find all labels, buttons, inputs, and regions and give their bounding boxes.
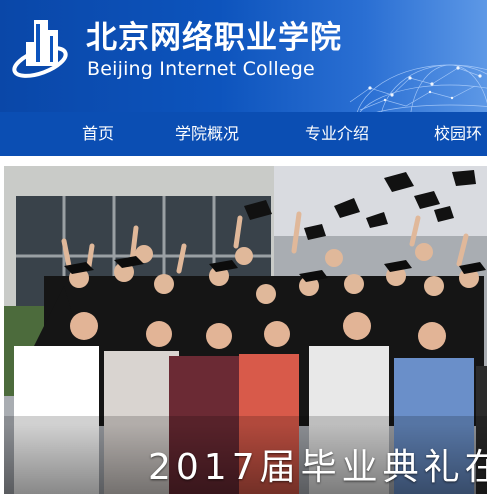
college-name-cn: 北京网络职业学院	[86, 20, 342, 56]
main-nav: 首页 学院概况 专业介绍 校园环	[0, 112, 487, 156]
nav-item-majors[interactable]: 专业介绍	[305, 112, 369, 156]
nav-item-home[interactable]: 首页	[82, 112, 114, 156]
college-name-en: Beijing Internet College	[87, 58, 315, 80]
nav-item-campus[interactable]: 校园环	[434, 112, 482, 156]
nav-item-about[interactable]: 学院概况	[175, 112, 239, 156]
divider	[0, 156, 487, 166]
college-logo	[12, 20, 68, 78]
banner-caption: 2017届毕业典礼在	[148, 447, 487, 488]
network-globe-decoration	[349, 64, 487, 112]
site-header: 北京网络职业学院 Beijing Internet College	[0, 0, 487, 112]
